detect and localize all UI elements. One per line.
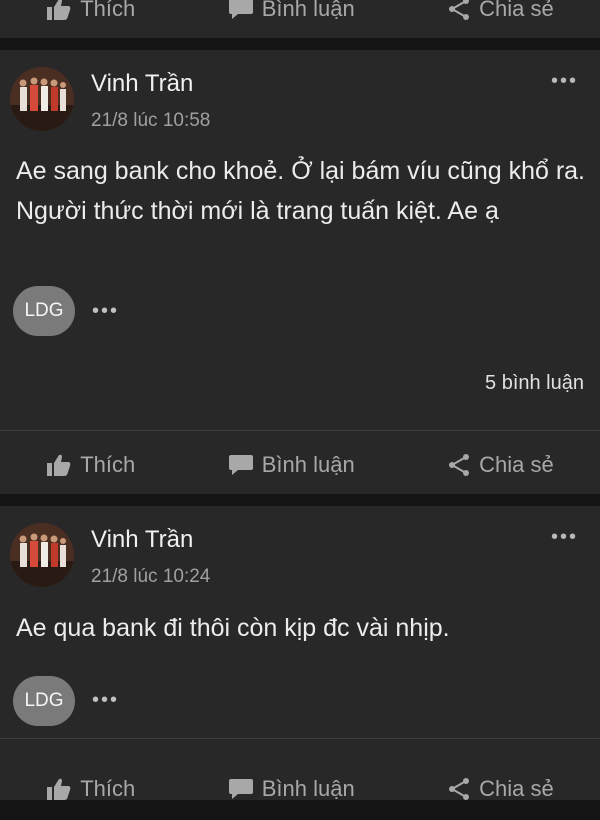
thumbs-up-icon <box>47 454 71 476</box>
post-timestamp[interactable]: 21/8 lúc 10:24 <box>91 566 210 588</box>
like-label: Thích <box>80 0 136 21</box>
chip-more-button[interactable]: ••• <box>92 300 119 323</box>
group-photo-avatar-image <box>10 523 74 587</box>
author-name[interactable]: Vinh Trần <box>91 70 193 98</box>
post-text: Ae sang bank cho khoẻ. Ở lại bám víu cũn… <box>16 157 585 225</box>
chip-more-button[interactable]: ••• <box>92 689 119 712</box>
comment-button[interactable]: Bình luận <box>228 0 355 22</box>
post-text: Ae qua bank đi thôi còn kịp đc vài nhịp. <box>16 614 450 642</box>
previous-post-card: Thích Bình luận Chia sẻ <box>0 0 600 38</box>
more-options-button[interactable]: ••• <box>551 526 578 549</box>
share-label: Chia sẻ <box>479 776 554 801</box>
thumbs-up-icon <box>47 778 71 800</box>
divider <box>0 430 600 431</box>
share-button[interactable]: Chia sẻ <box>447 776 554 802</box>
post-action-bar: Thích Bình luận Chia sẻ <box>0 434 600 496</box>
previous-post-action-bar: Thích Bình luận Chia sẻ <box>0 0 600 40</box>
more-options-button[interactable]: ••• <box>551 70 578 93</box>
share-icon <box>449 0 470 20</box>
post-card: Vinh Trần 21/8 lúc 10:58 ••• Ae sang ban… <box>0 50 600 494</box>
like-label: Thích <box>80 452 136 477</box>
comment-button[interactable]: Bình luận <box>228 776 355 802</box>
avatar[interactable] <box>10 67 74 131</box>
share-label: Chia sẻ <box>479 452 554 477</box>
group-photo-avatar-image <box>10 67 74 131</box>
share-button[interactable]: Chia sẻ <box>447 0 554 22</box>
reaction-chip[interactable]: LDG <box>13 286 75 336</box>
like-label: Thích <box>80 776 136 801</box>
comment-bubble-icon <box>228 779 253 799</box>
comment-label: Bình luận <box>261 776 355 801</box>
comment-bubble-icon <box>228 0 253 19</box>
comment-button[interactable]: Bình luận <box>228 452 355 478</box>
share-button[interactable]: Chia sẻ <box>447 452 554 478</box>
thumbs-up-icon <box>47 0 71 20</box>
post-action-bar: Thích Bình luận Chia sẻ <box>0 758 600 820</box>
divider <box>0 738 600 739</box>
comment-count[interactable]: 5 bình luận <box>485 372 584 395</box>
like-button[interactable]: Thích <box>46 452 135 478</box>
author-name[interactable]: Vinh Trần <box>91 526 193 554</box>
post-timestamp[interactable]: 21/8 lúc 10:58 <box>91 110 210 132</box>
comment-label: Bình luận <box>261 0 355 21</box>
share-icon <box>449 778 470 800</box>
comment-label: Bình luận <box>261 452 355 477</box>
share-icon <box>449 454 470 476</box>
like-button[interactable]: Thích <box>46 0 135 22</box>
share-label: Chia sẻ <box>479 0 554 21</box>
reaction-chip[interactable]: LDG <box>13 676 75 726</box>
comment-bubble-icon <box>228 455 253 475</box>
post-card: Vinh Trần 21/8 lúc 10:24 ••• Ae qua bank… <box>0 506 600 801</box>
avatar[interactable] <box>10 523 74 587</box>
like-button[interactable]: Thích <box>46 776 135 802</box>
